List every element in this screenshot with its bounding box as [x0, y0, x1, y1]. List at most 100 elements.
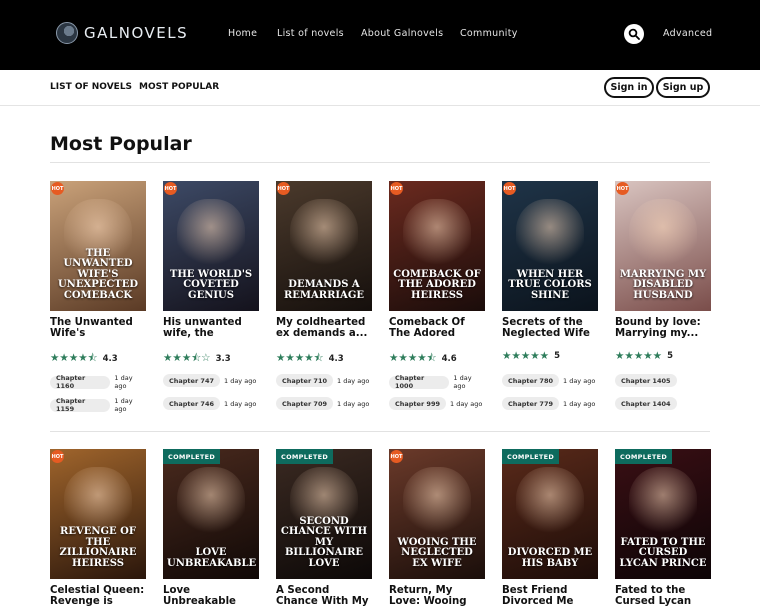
chapter-link[interactable]: Chapter 746 — [163, 397, 220, 410]
chapter-link[interactable]: Chapter 1159 — [50, 397, 111, 413]
nav-home[interactable]: Home — [228, 28, 257, 39]
novel-title[interactable]: A Second Chance With My Billionaire — [276, 585, 372, 607]
chapter-link[interactable]: Chapter 1404 — [615, 397, 677, 410]
cover-title-text: Second Chance with my Billionaire Love — [280, 515, 368, 569]
latest-chapter-row: Chapter 1160 1 day ago — [50, 374, 146, 390]
star-rating-icon: ★★★★⯪ — [276, 352, 324, 364]
novel-cover-image[interactable]: The World's Coveted Genius HOT — [163, 181, 259, 311]
novel-title[interactable]: Comeback Of The Adored Heiress — [389, 317, 485, 339]
chapter-link[interactable]: Chapter 1160 — [50, 374, 111, 390]
star-rating-icon: ★★★★★ — [502, 350, 550, 362]
latest-chapter-row: Chapter 747 1 day ago — [163, 374, 256, 387]
hot-badge: HOT — [51, 182, 64, 195]
novel-title[interactable]: Bound by love: Marrying my... — [615, 317, 711, 339]
novel-title[interactable]: Celestial Queen: Revenge is Sweet — [50, 585, 146, 607]
latest-chapter-row: Chapter 780 1 day ago — [502, 374, 595, 387]
cover-art — [177, 199, 245, 269]
rating-value: 5 — [667, 351, 673, 361]
chapter-link[interactable]: Chapter 780 — [502, 374, 559, 387]
divider — [50, 162, 710, 163]
latest-chapter-row: Chapter 1405 — [615, 374, 677, 387]
chapter-updated-time: 1 day ago — [224, 399, 257, 408]
cover-title-text: Wooing The Neglected Ex Wife — [397, 536, 477, 569]
site-logo[interactable]: GALNOVELS — [56, 22, 188, 44]
rating: ★★★★⯪ 4.6 — [389, 350, 457, 368]
chapter-link[interactable]: Chapter 1000 — [389, 374, 450, 390]
advanced-search-link[interactable]: Advanced — [663, 28, 712, 39]
novel-cover-image[interactable]: Wooing The Neglected Ex Wife HOT — [389, 449, 485, 579]
cover-title-text: The Unwanted Wife's Unexpected Comeback — [57, 247, 139, 301]
chapter-link[interactable]: Chapter 709 — [276, 397, 333, 410]
cover-art — [177, 467, 245, 537]
completed-badge: COMPLETED — [276, 449, 334, 464]
novel-cover-image[interactable]: When Her True Colors Shine HOT — [502, 181, 598, 311]
cover-title-text: Demands A Remarriage — [284, 279, 364, 301]
novel-title[interactable]: His unwanted wife, the world's... — [163, 317, 259, 339]
cover-title-text: Revenge of the Zillionaire Heiress — [59, 526, 137, 569]
novel-title[interactable]: My coldhearted ex demands a... — [276, 317, 372, 339]
novel-cover-image[interactable]: Demands A Remarriage HOT — [276, 181, 372, 311]
novel-cover-image[interactable]: Divorced Me His Baby COMPLETED — [502, 449, 598, 579]
latest-chapter-row: Chapter 1000 1 day ago — [389, 374, 485, 390]
novel-cover-image[interactable]: The Unwanted Wife's Unexpected Comeback H… — [50, 181, 146, 311]
tab-list-of-novels[interactable]: LIST OF NOVELS — [50, 82, 132, 92]
star-rating-icon: ★★★★⯪ — [389, 352, 437, 364]
novel-cover-image[interactable]: Love Unbreakable COMPLETED — [163, 449, 259, 579]
latest-chapter-row: Chapter 1159 1 day ago — [50, 397, 146, 413]
chapter-updated-time: 1 day ago — [450, 399, 483, 408]
cover-art — [290, 199, 358, 269]
search-button[interactable] — [624, 24, 644, 44]
cover-art — [403, 199, 471, 269]
chapter-link[interactable]: Chapter 747 — [163, 374, 220, 387]
rating: ★★★★★ 5 — [615, 350, 673, 362]
nav-community[interactable]: Community — [460, 28, 518, 39]
rating-value: 4.3 — [102, 354, 118, 364]
tab-most-popular[interactable]: MOST POPULAR — [139, 82, 219, 92]
top-header: GALNOVELS Home List of novels About Galn… — [0, 0, 760, 70]
novel-title[interactable]: Love Unbreakable — [163, 585, 259, 607]
latest-chapter-row: Chapter 1404 — [615, 397, 677, 410]
novel-cover-image[interactable]: Comeback Of The Adored Heiress HOT — [389, 181, 485, 311]
completed-badge: COMPLETED — [502, 449, 560, 464]
novel-cover-image[interactable]: Second Chance with my Billionaire Love CO… — [276, 449, 372, 579]
cover-title-text: The World's Coveted Genius — [169, 268, 253, 301]
chapter-link[interactable]: Chapter 710 — [276, 374, 333, 387]
novel-cover-image[interactable]: Fated to the Cursed Lycan Prince COMPLETE… — [615, 449, 711, 579]
chapter-link[interactable]: Chapter 1405 — [615, 374, 677, 387]
completed-badge: COMPLETED — [615, 449, 673, 464]
chapter-updated-time: 1 day ago — [563, 376, 596, 385]
novel-cover-image[interactable]: Revenge of the Zillionaire Heiress HOT — [50, 449, 146, 579]
star-rating-icon: ★★★★★ — [615, 350, 663, 362]
rating-value: 4.3 — [328, 354, 344, 364]
novel-cover-image[interactable]: Marrying My Disabled Husband HOT — [615, 181, 711, 311]
sign-up-button[interactable]: Sign up — [656, 77, 710, 98]
latest-chapter-row: Chapter 709 1 day ago — [276, 397, 369, 410]
chapter-link[interactable]: Chapter 999 — [389, 397, 446, 410]
hot-badge: HOT — [390, 450, 403, 463]
novel-title[interactable]: Fated to the Cursed Lycan — [615, 585, 711, 607]
chapter-updated-time: 1 day ago — [337, 399, 370, 408]
cover-title-text: Fated to the Cursed Lycan Prince — [619, 536, 707, 569]
chapter-link[interactable]: Chapter 779 — [502, 397, 559, 410]
cover-art — [516, 467, 584, 537]
brand-name: GALNOVELS — [84, 24, 189, 42]
divider — [50, 431, 710, 432]
cover-title-text: When Her True Colors Shine — [508, 268, 592, 301]
cover-art — [403, 467, 471, 537]
nav-list-of-novels[interactable]: List of novels — [277, 28, 344, 39]
search-icon — [628, 28, 640, 40]
novel-title[interactable]: Return, My Love: Wooing the — [389, 585, 485, 607]
rating: ★★★★★ 5 — [502, 350, 560, 362]
rating-value: 4.6 — [441, 354, 457, 364]
page-title: Most Popular — [50, 133, 192, 155]
sign-in-button[interactable]: Sign in — [604, 77, 654, 98]
chapter-updated-time: 1 day ago — [114, 397, 133, 413]
novel-title[interactable]: Secrets of the Neglected Wife — [502, 317, 598, 339]
cover-art — [516, 199, 584, 269]
hot-badge: HOT — [277, 182, 290, 195]
novel-title[interactable]: The Unwanted Wife's Unexpecte... — [50, 317, 146, 339]
nav-about[interactable]: About Galnovels — [361, 28, 443, 39]
novel-title[interactable]: Best Friend Divorced Me Who — [502, 585, 598, 607]
latest-chapter-row: Chapter 710 1 day ago — [276, 374, 369, 387]
latest-chapter-row: Chapter 746 1 day ago — [163, 397, 256, 410]
